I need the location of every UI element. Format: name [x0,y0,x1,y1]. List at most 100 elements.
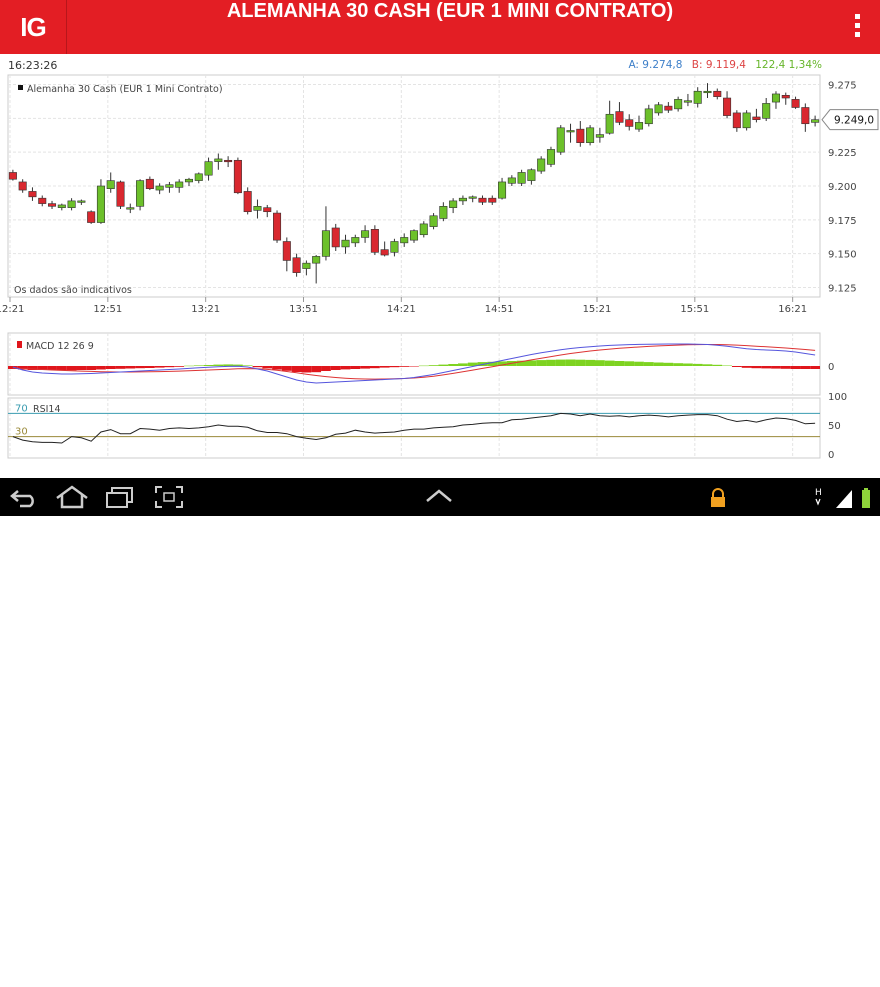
chevron-up-icon[interactable] [424,486,454,506]
macd-legend: MACD 12 26 9 [26,341,94,352]
y-tick-label: 9.225 [828,148,857,159]
candle [263,204,272,218]
candle [145,176,154,191]
home-icon[interactable] [54,484,90,510]
candle-body [586,127,595,143]
candle-body [742,112,751,129]
signal-icon [836,490,852,508]
candle [517,169,526,186]
macd-histogram-bar [565,359,576,366]
candle [703,83,712,99]
candle [781,92,790,105]
candle-body [87,211,96,223]
candle [67,198,76,211]
candle-body [683,100,692,103]
y-tick-label: 9.200 [828,182,857,193]
status-clock: 16h24 [741,963,808,987]
macd-histogram-bar [223,364,234,366]
candle-body [351,237,360,244]
candle-body [312,256,321,264]
candle [282,237,291,272]
candle [742,110,751,131]
macd-histogram-bar [546,359,556,366]
candle-body [576,128,585,143]
macd-histogram-bar [311,366,322,373]
candle [116,180,125,210]
macd-histogram-bar [555,359,566,366]
candle [361,225,370,243]
macd-histogram-bar [379,366,390,368]
macd-histogram-bar [115,366,126,369]
candle [292,253,301,277]
candle-body [468,196,477,199]
candle [224,156,233,168]
candle-body [390,241,399,253]
y-tick-label: 9.275 [828,80,857,91]
candle-body [361,230,370,238]
candle-body [664,105,673,111]
candle [243,187,252,215]
macd-histogram-bar [526,360,537,366]
macd-histogram-bar [673,363,684,366]
candle-body [116,181,125,207]
candle [791,96,800,109]
candle [605,100,614,135]
candle [38,195,47,207]
rsi-lower-label: 30 [15,427,28,438]
rsi-legend: RSI14 [33,404,61,415]
candle [615,102,624,126]
candle-body [644,108,653,125]
x-tick-label: 13:21 [191,304,220,315]
macd-histogram-bar [594,360,605,366]
candle [57,203,66,211]
candle-body [67,200,76,208]
macd-histogram-bar [360,366,370,369]
candle [771,91,780,109]
macd-histogram-bar [330,366,341,370]
candle [683,93,692,107]
candle-body [409,230,419,241]
x-tick-label: 13:51 [289,304,318,315]
candle-body [723,97,732,116]
rsi-panel: 70 30 RSI14 100 50 0 [8,392,847,461]
candle-body [566,130,575,133]
candle [77,199,86,205]
macd-histogram-bar [409,366,419,367]
macd-histogram-bar [800,366,811,369]
candle-body [419,223,428,236]
candle [527,168,536,185]
macd-histogram-bar [683,363,693,366]
candle [253,199,262,219]
macd-histogram-bar [56,366,67,371]
candle-body [18,181,27,191]
lock-icon [711,488,725,507]
candle-body [771,93,780,103]
macd-histogram-bar [164,366,175,368]
candle [634,115,644,132]
chart-area[interactable]: 12:21 12:51 13:21 13:51 14:21 14:51 15:21 15:51… [0,0,880,478]
candle-body [165,184,174,188]
candle [556,125,565,155]
back-icon[interactable] [8,485,40,509]
candle-body [400,237,409,244]
y-tick-label: 9.175 [828,216,857,227]
candle [233,157,242,195]
recent-apps-icon[interactable] [104,485,136,509]
candle [175,179,184,193]
candle-body [38,197,47,204]
screenshot-icon[interactable] [154,485,184,509]
macd-histogram-bar [741,366,752,368]
candle-body [537,158,546,172]
candle [732,110,741,132]
candle-body [77,200,86,203]
candle [644,104,653,127]
candle-body [615,111,624,123]
x-tick-label: 16:21 [778,304,807,315]
candle-body [126,207,135,210]
candle [449,198,458,214]
macd-histogram-bar [272,366,282,370]
macd-histogram-bar [154,366,165,368]
macd-histogram-bar [790,366,801,369]
macd-histogram-bar [321,366,331,371]
candle-body [498,181,507,199]
